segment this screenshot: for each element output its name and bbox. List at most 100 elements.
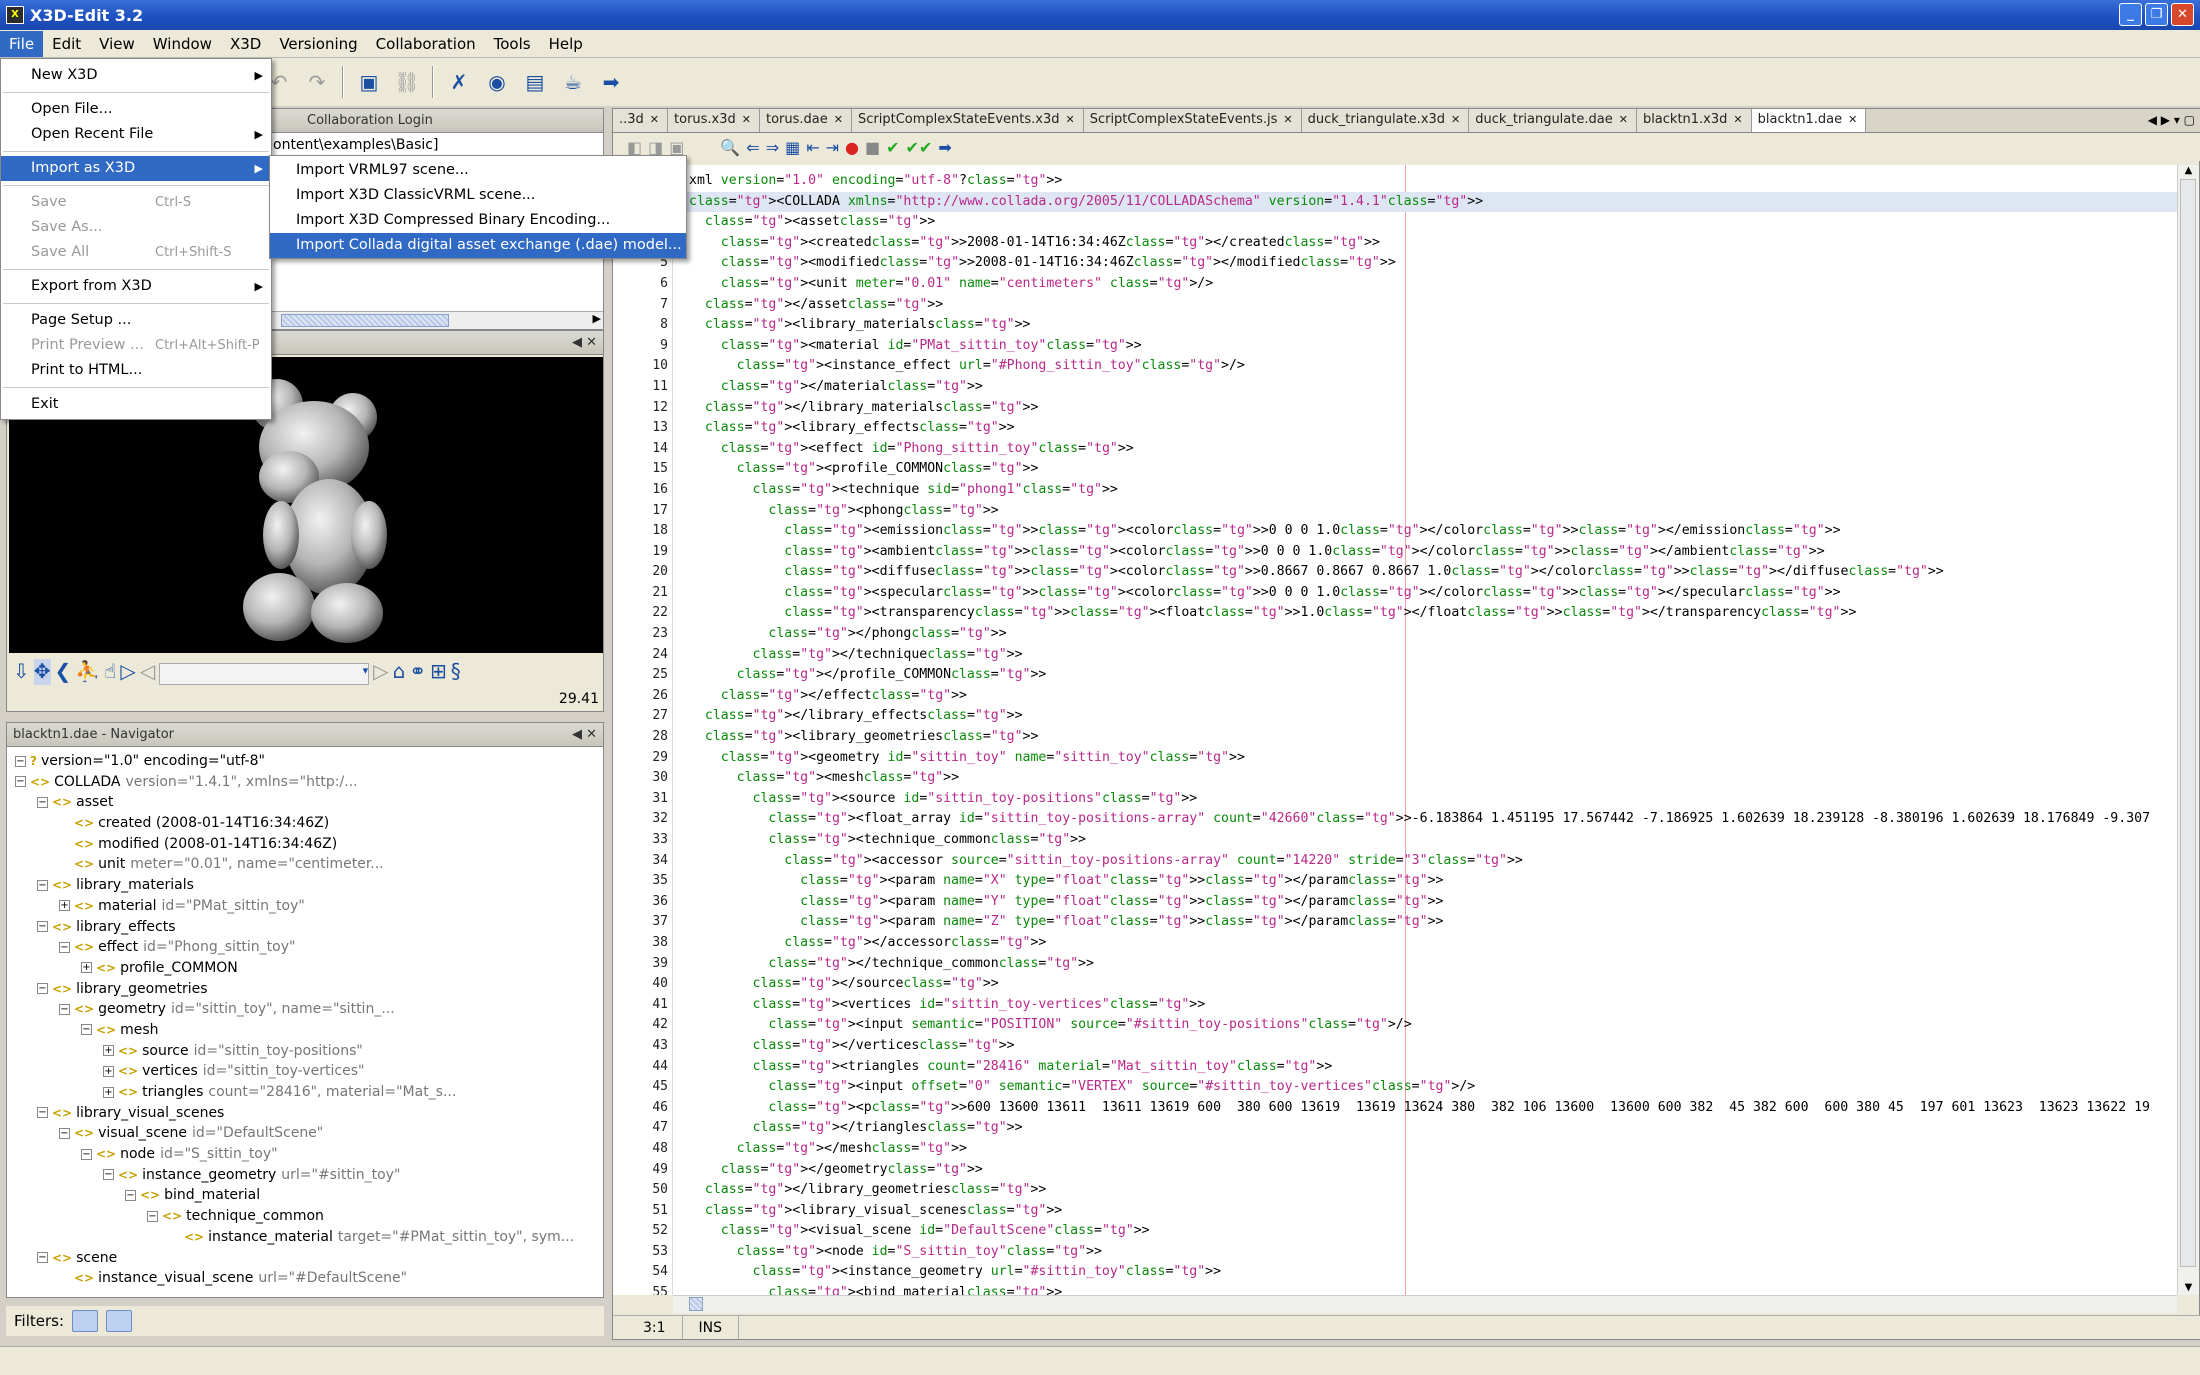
back-icon[interactable]: ◧	[627, 138, 642, 157]
code-line[interactable]: class="tg"><instance_geometry url="#sitt…	[613, 1262, 2177, 1283]
tree-node[interactable]: − <> library_visual_scenes	[11, 1103, 599, 1124]
menu-item-open-file[interactable]: Open File...	[1, 97, 271, 122]
code-line[interactable]: class="tg"><node id="S_sittin_toy"class=…	[613, 1242, 2177, 1263]
code-line[interactable]: class="tg"><source id="sittin_toy-positi…	[613, 789, 2177, 810]
editor-tab[interactable]: ..3d ✕	[613, 109, 669, 132]
menu-item-import-vrml97[interactable]: Import VRML97 scene...	[270, 158, 686, 183]
tree-node[interactable]: − <> visual_scene id="DefaultScene"	[11, 1123, 599, 1144]
stop-macro-icon[interactable]: ■	[865, 138, 880, 157]
collapse-icon[interactable]: −	[37, 879, 48, 891]
code-line[interactable]: class="tg"></geometryclass="tg">>	[613, 1160, 2177, 1181]
code-line[interactable]: class="tg"></library_materialsclass="tg"…	[613, 398, 2177, 419]
code-line[interactable]: class="tg"><unit meter="0.01" name="cent…	[613, 274, 2177, 295]
code-line[interactable]: class="tg"><instance_effect url="#Phong_…	[613, 356, 2177, 377]
menu-item-new-x3d[interactable]: New X3D ▶	[1, 63, 271, 88]
code-line[interactable]: class="tg"><phongclass="tg">>	[613, 501, 2177, 522]
tree-node[interactable]: − <> library_materials	[11, 875, 599, 896]
expand-icon[interactable]: +	[103, 1065, 114, 1077]
collapse-icon[interactable]: −	[147, 1210, 158, 1222]
forward-arrow-icon[interactable]: ➡	[594, 65, 628, 99]
tree-node[interactable]: + <> vertices id="sittin_toy-vertices"	[11, 1061, 599, 1082]
code-line[interactable]: class="tg"><library_geometriesclass="tg"…	[613, 727, 2177, 748]
tree-node[interactable]: + <> material id="PMat_sittin_toy"	[11, 896, 599, 917]
tree-node[interactable]: <> instance_visual_scene url="#DefaultScen…	[11, 1268, 599, 1289]
menu-item-print-preview[interactable]: Print Preview ... Ctrl+Alt+Shift-P	[1, 333, 271, 358]
close-tab-icon[interactable]: ✕	[650, 113, 659, 126]
collapse-icon[interactable]: −	[59, 941, 70, 953]
close-tab-icon[interactable]: ✕	[742, 113, 751, 126]
close-tab-icon[interactable]: ✕	[1848, 113, 1857, 126]
menu-tools[interactable]: Tools	[485, 31, 540, 57]
close-tab-icon[interactable]: ✕	[834, 113, 843, 126]
expand-icon[interactable]: +	[81, 962, 92, 974]
code-line[interactable]: class="tg"></verticesclass="tg">>	[613, 1036, 2177, 1057]
code-line[interactable]: class="tg"><library_effectsclass="tg">>	[613, 418, 2177, 439]
menu-item-import-as-x3d[interactable]: Import as X3D ▶	[1, 156, 271, 181]
tree-node[interactable]: <> modified (2008-01-14T16:34:46Z)	[11, 834, 599, 855]
redo-icon[interactable]: ↷	[300, 65, 334, 99]
last-edit-icon[interactable]: ▣	[669, 138, 684, 157]
collapse-icon[interactable]: −	[37, 983, 48, 995]
menu-x3d[interactable]: X3D	[221, 31, 270, 57]
forward-icon[interactable]: ◨	[648, 138, 663, 157]
code-line[interactable]: class="tg"></sourceclass="tg">>	[613, 974, 2177, 995]
tree-node[interactable]: − <> technique_common	[11, 1206, 599, 1227]
expand-icon[interactable]: +	[59, 900, 70, 912]
screenshot-icon[interactable]: ▣	[352, 65, 386, 99]
editor-tab[interactable]: blacktn1.dae ✕	[1751, 109, 1867, 132]
previous-viewpoint-icon[interactable]: ◁	[140, 659, 155, 685]
menu-item-save-as[interactable]: Save As...	[1, 215, 271, 240]
straighten-icon[interactable]: §	[451, 659, 461, 685]
menu-versioning[interactable]: Versioning	[270, 31, 366, 57]
collapse-icon[interactable]: −	[15, 755, 26, 767]
find-icon[interactable]: 🔍	[720, 138, 740, 157]
code-line[interactable]: class="tg"><ambientclass="tg">>class="tg…	[613, 542, 2177, 563]
pan-icon[interactable]: ✥	[33, 659, 51, 685]
code-line[interactable]: class="tg"></library_geometriesclass="tg…	[613, 1180, 2177, 1201]
code-line[interactable]: class="tg"><diffuseclass="tg">>class="tg…	[613, 562, 2177, 583]
code-line[interactable]: class="tg"></materialclass="tg">>	[613, 377, 2177, 398]
tree-node[interactable]: − <> effect id="Phong_sittin_toy"	[11, 937, 599, 958]
code-line[interactable]: class="tg"></meshclass="tg">>	[613, 1139, 2177, 1160]
examine-icon[interactable]: ⇩	[13, 659, 30, 685]
close-icon[interactable]: ◀ ✕	[572, 331, 597, 355]
menu-item-print-html[interactable]: Print to HTML...	[1, 358, 271, 383]
code-line[interactable]: class="tg"><input semantic="POSITION" so…	[613, 1015, 2177, 1036]
play-icon[interactable]: ▷	[120, 659, 135, 685]
code-line[interactable]: class="tg"></accessorclass="tg">>	[613, 933, 2177, 954]
code-line[interactable]: class="tg"><assetclass="tg">>	[613, 212, 2177, 233]
editor-tab[interactable]: blacktn1.x3d ✕	[1636, 109, 1752, 132]
menu-item-save-all[interactable]: Save All Ctrl+Shift-S	[1, 240, 271, 265]
home-icon[interactable]: ⌂	[393, 659, 406, 685]
menu-window[interactable]: Window	[144, 31, 221, 57]
code-line[interactable]: class="tg"><technique_commonclass="tg">>	[613, 830, 2177, 851]
code-area[interactable]: 2345678910111213141516171819202122232425…	[613, 165, 2177, 1295]
tree-node[interactable]: <> instance_material target="#PMat_sittin_…	[11, 1227, 599, 1248]
menu-item-save[interactable]: Save Ctrl-S	[1, 190, 271, 215]
fly-icon[interactable]: ☝	[104, 659, 116, 685]
code-line[interactable]: class="tg"></library_effectsclass="tg">>	[613, 706, 2177, 727]
tree-node[interactable]: <> created (2008-01-14T16:34:46Z)	[11, 813, 599, 834]
code-line[interactable]: class="tg"><param name="X" type="float"c…	[613, 871, 2177, 892]
code-line[interactable]: class="tg"><bind_materialclass="tg">>	[613, 1283, 2177, 1295]
expand-icon[interactable]: +	[103, 1045, 114, 1057]
code-line[interactable]: class="tg"><vertices id="sittin_toy-vert…	[613, 995, 2177, 1016]
code-line[interactable]: class="tg"></trianglesclass="tg">>	[613, 1118, 2177, 1139]
menu-item-import-collada[interactable]: Import Collada digital asset exchange (.…	[270, 233, 686, 258]
code-line[interactable]: class="tg"><COLLADA xmlns="http://www.co…	[613, 191, 2177, 213]
find-previous-icon[interactable]: ⇐	[746, 138, 759, 157]
collapse-icon[interactable]: −	[59, 1127, 70, 1139]
javascript-icon[interactable]: ▤	[518, 65, 552, 99]
record-macro-icon[interactable]: ●	[845, 138, 859, 157]
find-next-icon[interactable]: ⇒	[766, 138, 779, 157]
code-line[interactable]: class="tg"><specularclass="tg">>class="t…	[613, 583, 2177, 604]
vertical-scrollbar[interactable]: ▲ ▼	[2177, 165, 2199, 1295]
tab-navigation-icons[interactable]: ◀ ▶ ▾ ▢	[2142, 109, 2200, 132]
horizontal-scrollbar[interactable]	[673, 1295, 2177, 1313]
menu-item-import-binary[interactable]: Import X3D Compressed Binary Encoding...	[270, 208, 686, 233]
menu-file[interactable]: File	[0, 30, 44, 57]
collapse-icon[interactable]: −	[37, 796, 48, 808]
code-line[interactable]: class="tg"><technique sid="phong1"class=…	[613, 480, 2177, 501]
code-line[interactable]: class="tg"><profile_COMMONclass="tg">>	[613, 459, 2177, 480]
editor-tab[interactable]: duck_triangulate.x3d ✕	[1301, 109, 1470, 132]
